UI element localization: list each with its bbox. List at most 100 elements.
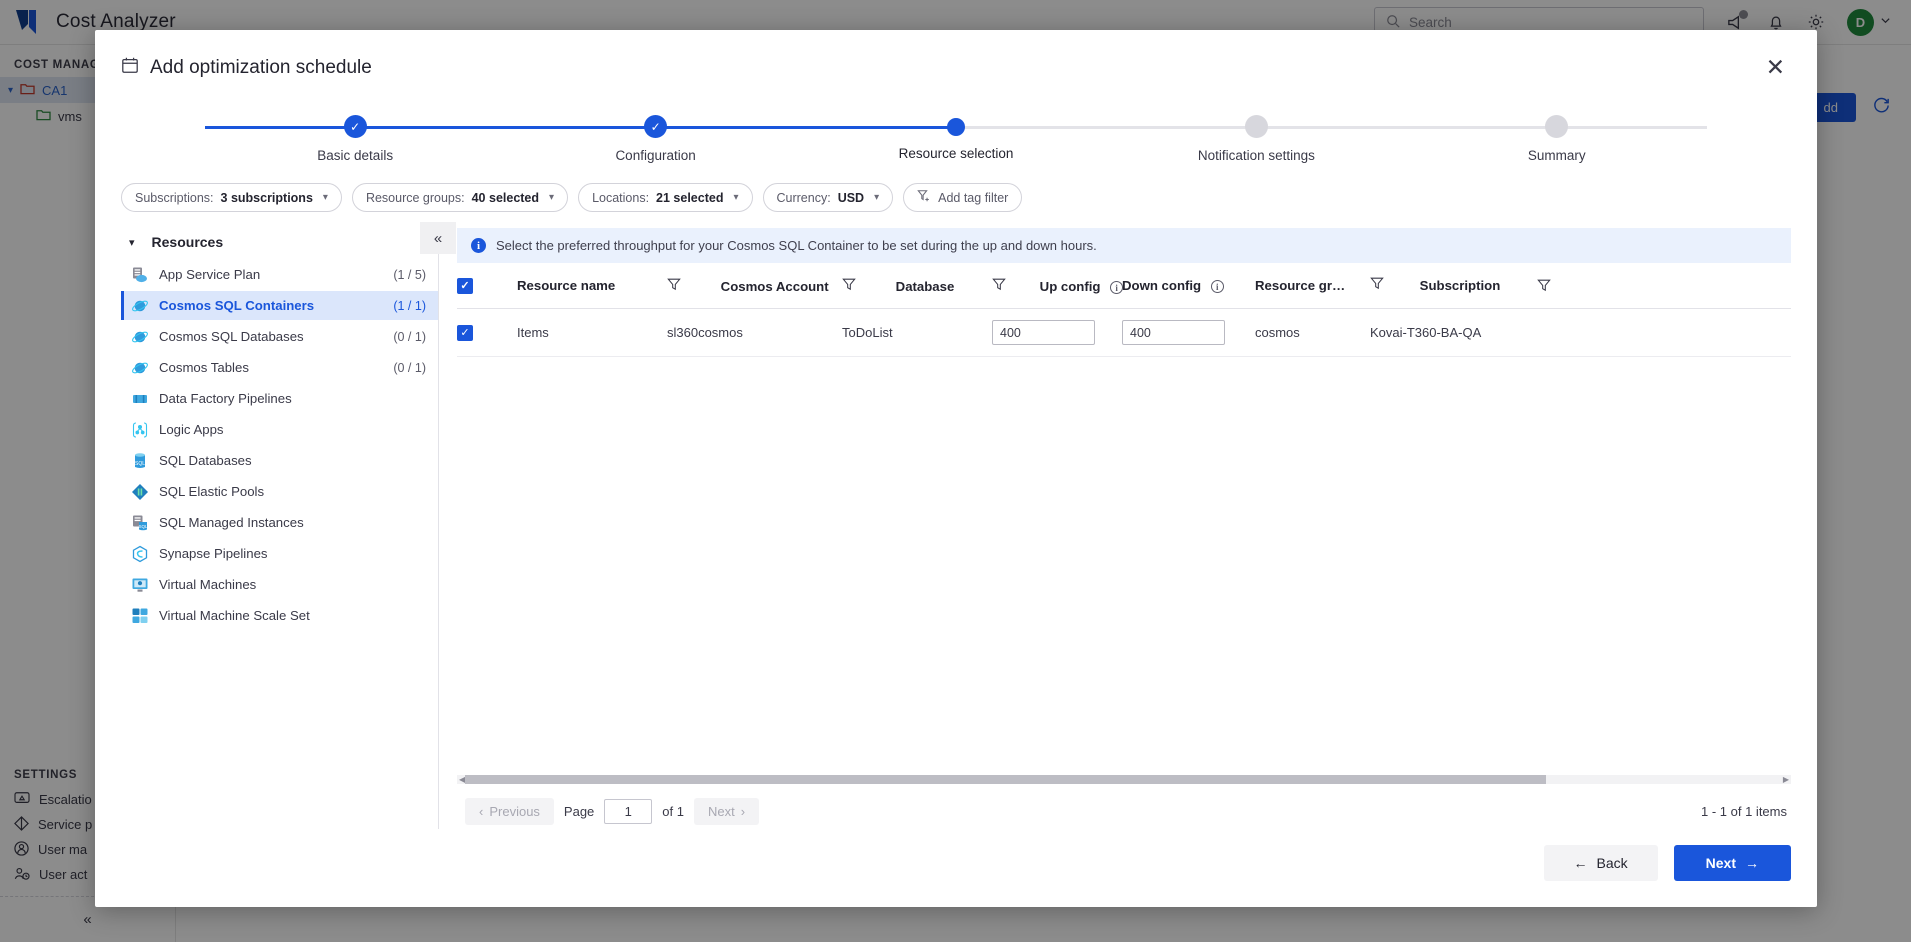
resources-panel-title: Resources xyxy=(151,234,224,250)
column-down-config: Down config i xyxy=(1122,263,1255,310)
next-label: Next xyxy=(707,804,735,819)
column-label: Subscription xyxy=(1419,278,1501,293)
filter-subscriptions[interactable]: Subscriptions: 3 subscriptions ▾ xyxy=(121,183,342,212)
chevron-down-icon: ▾ xyxy=(874,192,880,203)
resource-type-logic-apps[interactable]: Logic Apps xyxy=(121,415,438,444)
step-basic-details[interactable]: ✓ Basic details xyxy=(255,115,455,163)
resource-table: ✓ Resource name Cosmos Account Database … xyxy=(457,263,1791,358)
dialog-body: « ▾ Resources App Service Plan (1 / 5) C… xyxy=(95,212,1817,829)
filter-label: Subscriptions: xyxy=(135,190,214,205)
add-tag-filter-label: Add tag filter xyxy=(938,190,1009,205)
cosmos-db-icon xyxy=(131,359,149,377)
chevron-down-icon: ▾ xyxy=(549,192,555,203)
resources-panel-header[interactable]: ▾ Resources xyxy=(121,228,438,260)
step-dot-icon xyxy=(947,117,965,136)
back-button[interactable]: ← Back xyxy=(1543,845,1658,881)
filter-value: 3 subscriptions xyxy=(220,190,313,205)
previous-page-button[interactable]: ‹ Previous xyxy=(465,798,554,825)
table-empty-space xyxy=(457,357,1791,771)
resource-type-app-service-plan[interactable]: App Service Plan (1 / 5) xyxy=(121,260,438,289)
step-configuration[interactable]: ✓ Configuration xyxy=(556,115,756,163)
vmss-icon xyxy=(131,607,149,625)
down-config-input[interactable] xyxy=(1122,320,1225,346)
panel-collapse-button[interactable]: « xyxy=(420,222,456,254)
resource-type-cosmos-sql-containers[interactable]: Cosmos SQL Containers (1 / 1) xyxy=(121,291,438,320)
add-tag-filter-button[interactable]: Add tag filter xyxy=(903,183,1023,212)
svg-text:SQL: SQL xyxy=(135,461,145,467)
filter-icon[interactable] xyxy=(1370,277,1388,293)
app-service-plan-icon xyxy=(131,266,149,284)
info-banner-text: Select the preferred throughput for your… xyxy=(496,238,1097,253)
column-label: Resource name xyxy=(517,278,616,293)
step-summary[interactable]: Summary xyxy=(1457,115,1657,163)
page-number-input[interactable] xyxy=(604,799,653,824)
row-checkbox[interactable]: ✓ xyxy=(457,324,473,341)
filter-currency[interactable]: Currency: USD ▾ xyxy=(762,183,894,212)
step-resource-selection[interactable]: Resource selection xyxy=(856,115,1056,161)
filter-icon[interactable] xyxy=(992,278,1010,294)
resource-type-label: App Service Plan xyxy=(159,267,261,282)
resource-type-virtual-machines[interactable]: Virtual Machines xyxy=(121,570,438,599)
chevron-left-icon: ‹ xyxy=(479,804,484,819)
resource-type-sql-elastic-pools[interactable]: SQL Elastic Pools xyxy=(121,477,438,506)
column-resource-name: Resource name xyxy=(517,263,667,310)
chevron-down-icon: ▾ xyxy=(322,192,328,203)
step-check-icon: ✓ xyxy=(644,115,668,138)
add-optimization-schedule-dialog: Add optimization schedule ✕ ✓ Basic deta… xyxy=(95,30,1817,907)
resource-type-synapse-pipelines[interactable]: Synapse Pipelines xyxy=(121,539,438,568)
calendar-icon xyxy=(121,56,139,80)
page-label: Page xyxy=(563,804,595,819)
step-label: Resource selection xyxy=(898,145,1014,161)
next-label: Next xyxy=(1705,855,1736,871)
filter-icon[interactable] xyxy=(842,278,860,294)
column-label: Database xyxy=(895,279,955,294)
scroll-right-icon[interactable]: ▶ xyxy=(1783,775,1789,784)
previous-label: Previous xyxy=(489,804,540,819)
close-icon[interactable]: ✕ xyxy=(1760,54,1791,81)
step-notification-settings[interactable]: Notification settings xyxy=(1156,115,1356,163)
select-all-header: ✓ xyxy=(457,263,517,310)
scrollbar-thumb[interactable] xyxy=(465,775,1546,784)
cell-subscription: Kovai-T360-BA-QA xyxy=(1370,308,1791,358)
select-all-checkbox[interactable]: ✓ xyxy=(457,277,473,294)
step-label: Notification settings xyxy=(1197,148,1315,163)
sql-elastic-pool-icon xyxy=(131,483,149,501)
cell-up-config xyxy=(992,308,1122,358)
chevron-right-icon: › xyxy=(740,804,746,819)
filter-icon[interactable] xyxy=(1537,278,1551,295)
filter-bar: Subscriptions: 3 subscriptions ▾ Resourc… xyxy=(95,169,1817,212)
filter-locations[interactable]: Locations: 21 selected ▾ xyxy=(578,183,753,212)
column-label: Resource gr… xyxy=(1255,278,1346,293)
resource-type-sql-managed-instances[interactable]: SQL SQL Managed Instances xyxy=(121,508,438,537)
table-row[interactable]: ✓ Items sl360cosmos ToDoList cosmos Kova… xyxy=(457,308,1791,358)
up-config-input[interactable] xyxy=(992,320,1095,346)
resource-type-sql-databases[interactable]: SQL SQL Databases xyxy=(121,446,438,475)
wizard-stepper: ✓ Basic details ✓ Configuration Resource… xyxy=(205,115,1707,169)
table-body: ✓ Items sl360cosmos ToDoList cosmos Kova… xyxy=(457,308,1791,358)
column-label: Cosmos Account xyxy=(720,279,829,294)
cell-resource-group: cosmos xyxy=(1255,308,1370,358)
resource-type-label: Cosmos SQL Containers xyxy=(159,298,315,313)
column-resource-group-filter-cell: Subscription xyxy=(1370,263,1791,310)
resource-type-label: Virtual Machine Scale Set xyxy=(159,608,310,623)
dialog-header: Add optimization schedule ✕ xyxy=(95,30,1817,81)
next-button[interactable]: Next → xyxy=(1673,845,1791,881)
filter-value: 40 selected xyxy=(471,190,540,205)
resource-type-data-factory-pipelines[interactable]: Data Factory Pipelines xyxy=(121,384,438,413)
column-label: Up config xyxy=(1039,279,1101,294)
cell-cosmos-account: sl360cosmos xyxy=(667,308,842,358)
resource-type-virtual-machine-scale-set[interactable]: Virtual Machine Scale Set xyxy=(121,601,438,630)
column-resource-group: Resource gr… xyxy=(1255,263,1370,310)
virtual-machine-icon xyxy=(131,576,149,594)
step-dot-icon xyxy=(1244,115,1268,138)
filter-resource-groups[interactable]: Resource groups: 40 selected ▾ xyxy=(351,183,569,212)
resource-table-panel: i Select the preferred throughput for yo… xyxy=(439,228,1791,829)
resource-type-cosmos-tables[interactable]: Cosmos Tables (0 / 1) xyxy=(121,353,438,382)
filter-icon[interactable] xyxy=(667,278,685,294)
resource-type-label: SQL Managed Instances xyxy=(159,515,304,530)
next-page-button[interactable]: Next › xyxy=(693,798,760,825)
resource-type-cosmos-sql-databases[interactable]: Cosmos SQL Databases (0 / 1) xyxy=(121,322,438,351)
resource-type-label: SQL Databases xyxy=(159,453,252,468)
table-horizontal-scrollbar[interactable]: ◀ ▶ xyxy=(457,775,1791,784)
info-icon[interactable]: i xyxy=(1210,280,1224,294)
